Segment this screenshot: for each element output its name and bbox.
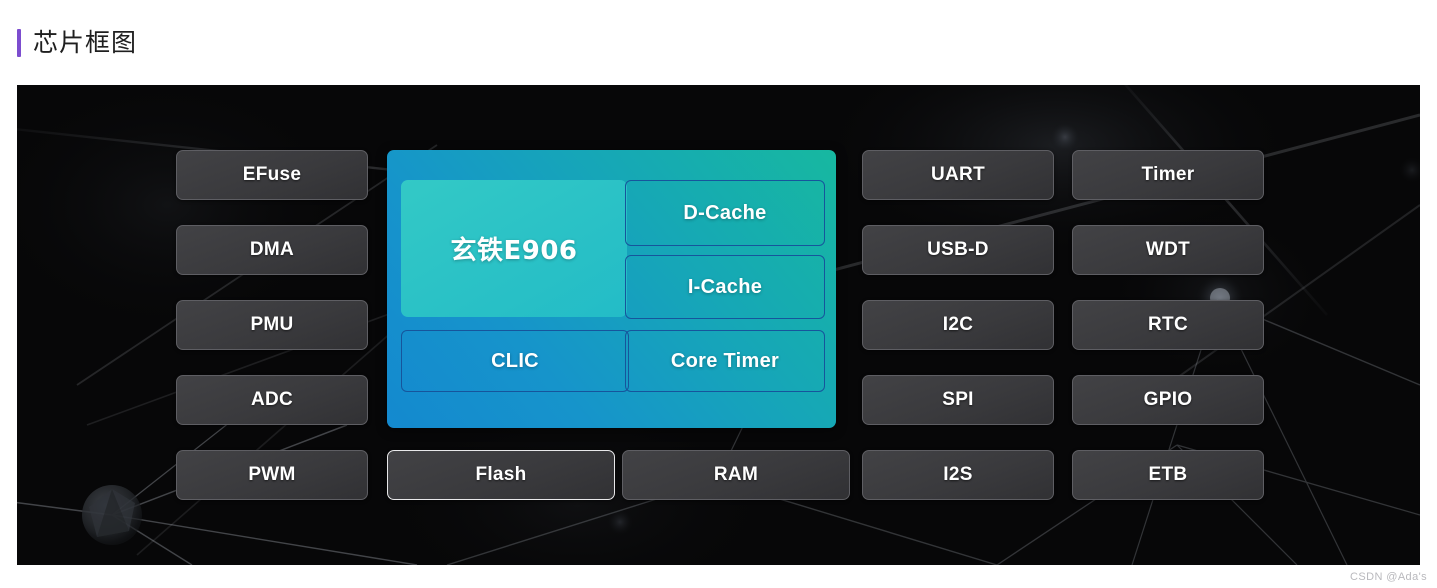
block-label: DMA (249, 239, 295, 260)
block-flash[interactable]: Flash (387, 450, 615, 500)
block-i2c[interactable]: I2C (862, 300, 1054, 350)
block-i2s[interactable]: I2S (862, 450, 1054, 500)
block-label: UART (931, 164, 985, 185)
core-sub-block-i-cache[interactable]: I-Cache (625, 255, 825, 319)
block-label: ETB (1148, 464, 1188, 485)
block-ram[interactable]: RAM (622, 450, 850, 500)
block-label: RAM (713, 464, 759, 485)
block-label: EFuse (242, 164, 302, 185)
block-label: I2S (943, 464, 973, 485)
block-timer[interactable]: Timer (1072, 150, 1264, 200)
block-efuse[interactable]: EFuse (176, 150, 368, 200)
block-usb-d[interactable]: USB-D (862, 225, 1054, 275)
block-pwm[interactable]: PWM (176, 450, 368, 500)
cpu-block-xuantie-e906[interactable]: 玄铁E906 (401, 180, 627, 317)
block-label: WDT (1145, 239, 1191, 260)
block-wdt[interactable]: WDT (1072, 225, 1264, 275)
chip-block-diagram-panel: EFuse DMA PMU ADC PWM Flash RAM UART USB… (17, 85, 1420, 565)
core-sub-label: Core Timer (670, 349, 780, 372)
block-label: Flash (475, 464, 527, 485)
block-label: I2C (942, 314, 974, 335)
block-label: Timer (1141, 164, 1195, 185)
core-sub-block-d-cache[interactable]: D-Cache (625, 180, 825, 246)
block-label: PMU (250, 314, 294, 335)
core-sub-block-core-timer[interactable]: Core Timer (625, 330, 825, 392)
block-label: SPI (942, 389, 974, 410)
block-etb[interactable]: ETB (1072, 450, 1264, 500)
block-label: RTC (1148, 314, 1188, 335)
blocks-area: EFuse DMA PMU ADC PWM Flash RAM UART USB… (17, 85, 1420, 565)
block-rtc[interactable]: RTC (1072, 300, 1264, 350)
block-label: PWM (248, 464, 296, 485)
core-sub-label: CLIC (491, 349, 539, 372)
core-block[interactable]: 玄铁E906 D-Cache I-Cache CLIC Core Timer (387, 150, 836, 428)
page-title: 芯片框图 (33, 28, 138, 57)
core-sub-block-clic[interactable]: CLIC (401, 330, 629, 392)
block-label: GPIO (1143, 389, 1193, 410)
block-dma[interactable]: DMA (176, 225, 368, 275)
block-spi[interactable]: SPI (862, 375, 1054, 425)
block-gpio[interactable]: GPIO (1072, 375, 1264, 425)
page-title-row: 芯片框图 (0, 0, 1437, 85)
block-label: USB-D (927, 239, 989, 260)
block-adc[interactable]: ADC (176, 375, 368, 425)
watermark: CSDN @Ada's (1350, 571, 1427, 583)
block-label: ADC (250, 389, 294, 410)
title-accent-bar (17, 28, 21, 57)
core-sub-label: I-Cache (687, 275, 763, 298)
cpu-block-label: 玄铁E906 (450, 236, 578, 266)
block-uart[interactable]: UART (862, 150, 1054, 200)
block-pmu[interactable]: PMU (176, 300, 368, 350)
core-sub-label: D-Cache (683, 201, 767, 224)
